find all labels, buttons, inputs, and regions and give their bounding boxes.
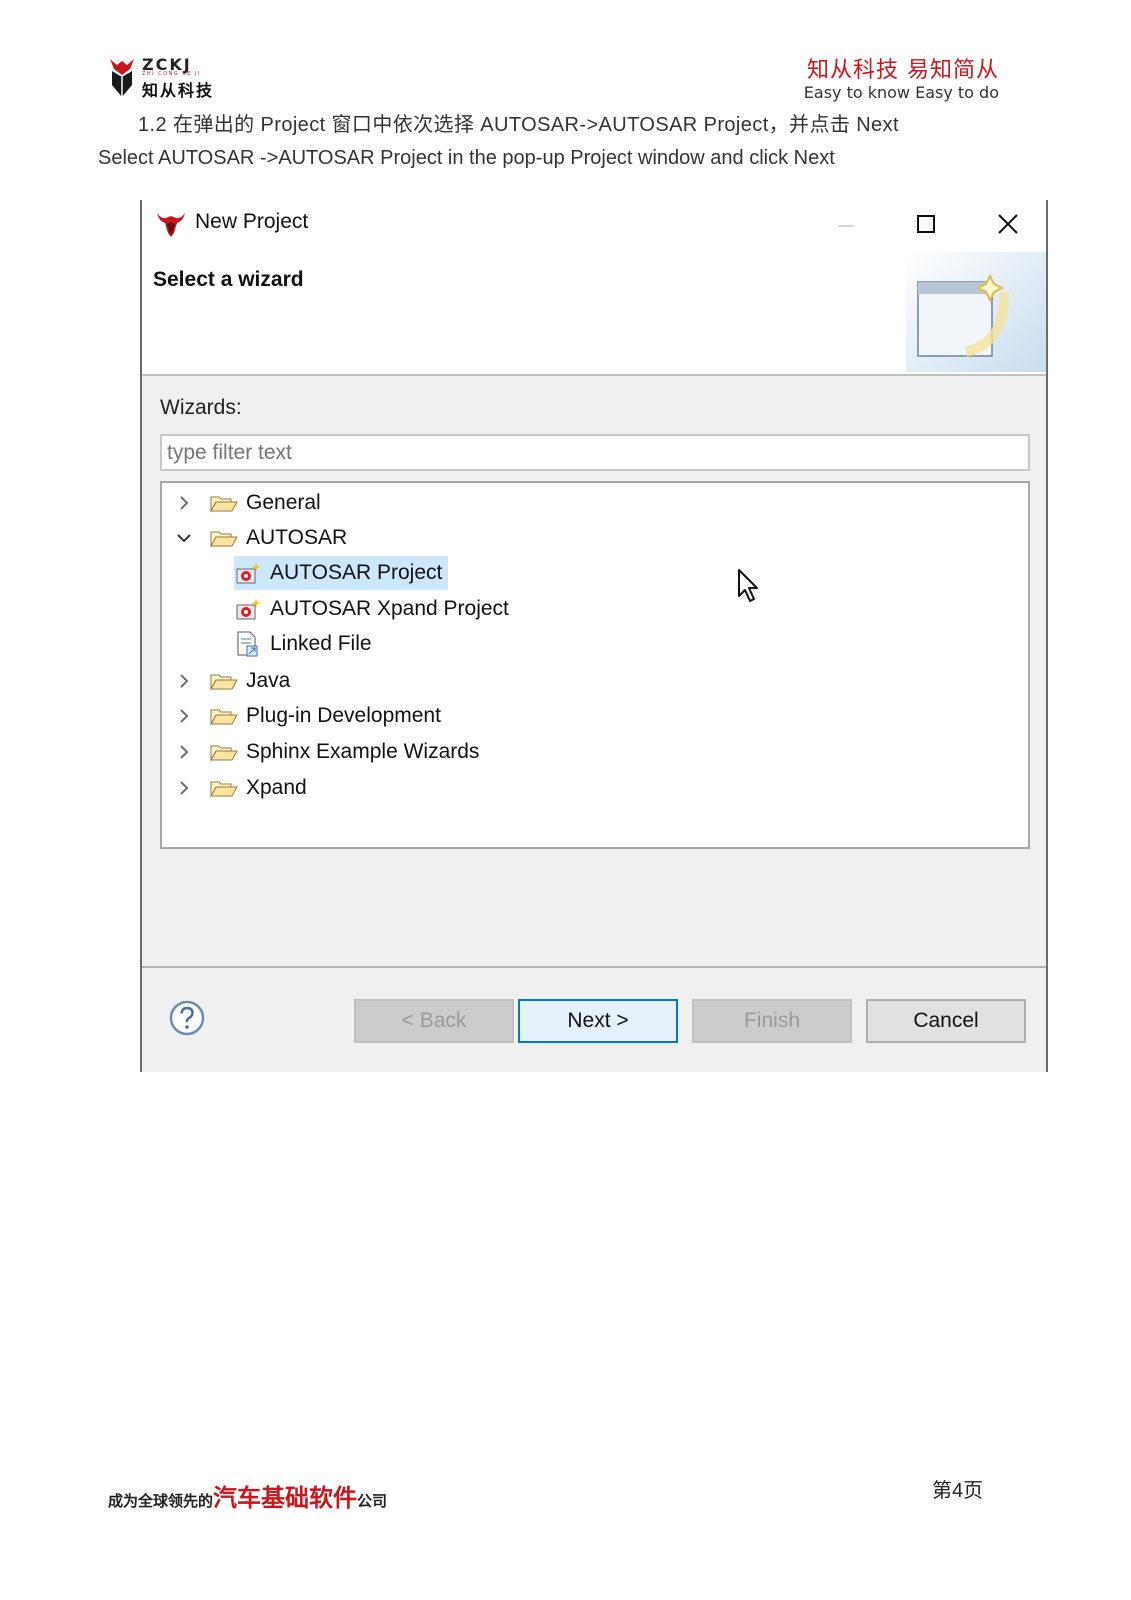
close-button[interactable] — [990, 206, 1026, 242]
brand-slogan-cn: 知从科技 易知简从 — [807, 58, 999, 83]
chevron-right-icon[interactable] — [174, 778, 194, 798]
help-icon — [169, 1000, 205, 1036]
new-wizard-banner-icon — [906, 252, 1046, 372]
folder-icon — [210, 670, 238, 692]
mission-suffix: 公司 — [357, 1492, 388, 1510]
logo-chinese-name: 知从科技 — [142, 81, 215, 100]
wizard-tree[interactable]: General AUTOSAR AUTOSAR Project AUTOSAR … — [160, 481, 1030, 849]
maximize-icon — [917, 215, 935, 233]
maximize-button[interactable] — [908, 206, 944, 242]
new-project-dialog: New Project Select a wizard Wizards: typ… — [140, 200, 1048, 1072]
folder-icon — [210, 705, 238, 727]
tree-node-label: AUTOSAR Project — [270, 561, 443, 584]
tree-node-autosar-project[interactable]: AUTOSAR Project — [234, 556, 449, 590]
tree-node-label: Plug-in Development — [246, 704, 441, 727]
tree-node-label: Sphinx Example Wizards — [246, 740, 480, 763]
mission-prefix: 成为全球领先的 — [108, 1492, 214, 1510]
tree-node-autosar-xpand-project[interactable]: AUTOSAR Xpand Project — [234, 592, 509, 626]
chevron-right-icon[interactable] — [174, 671, 194, 691]
chevron-down-icon[interactable] — [174, 528, 194, 548]
app-bull-icon — [157, 213, 185, 237]
minimize-icon — [838, 225, 854, 227]
wizard-banner: Select a wizard — [142, 248, 1046, 376]
minimize-button[interactable] — [828, 206, 864, 242]
cancel-button[interactable]: Cancel — [866, 999, 1026, 1043]
help-button[interactable] — [169, 1000, 205, 1036]
finish-button[interactable]: Finish — [692, 999, 852, 1043]
brand-slogan: 知从科技 易知简从 Easy to know Easy to do — [804, 58, 999, 102]
mouse-pointer-icon — [738, 569, 758, 602]
close-icon — [998, 214, 1018, 234]
tree-node-java[interactable]: Java — [174, 664, 290, 698]
brand-slogan-en: Easy to know Easy to do — [803, 83, 999, 102]
autosar-project-icon — [234, 562, 262, 584]
dialog-title: New Project — [195, 210, 309, 233]
dialog-titlebar[interactable]: New Project — [142, 200, 1046, 248]
tree-node-label: General — [246, 491, 321, 514]
banner-title: Select a wizard — [153, 268, 304, 291]
company-mission: 成为全球领先的汽车基础软件公司 — [108, 1478, 387, 1513]
wizard-filter-input[interactable] — [160, 434, 1030, 471]
footer-divider — [142, 966, 1046, 968]
chevron-right-icon[interactable] — [174, 742, 194, 762]
instruction-cn: 1.2 在弹出的 Project 窗口中依次选择 AUTOSAR->AUTOSA… — [138, 114, 899, 136]
folder-icon — [210, 777, 238, 799]
tree-node-label: AUTOSAR — [246, 526, 348, 549]
folder-icon — [210, 492, 238, 514]
tree-node-label: AUTOSAR Xpand Project — [270, 597, 509, 620]
tree-node-label: Xpand — [246, 776, 307, 799]
tree-node-xpand[interactable]: Xpand — [174, 771, 307, 805]
tree-node-sphinx-example-wizards[interactable]: Sphinx Example Wizards — [174, 735, 479, 769]
page-number: 第4页 — [932, 1480, 984, 1502]
tree-node-linked-file[interactable]: Linked File — [234, 627, 372, 661]
folder-open-icon — [210, 527, 238, 549]
chevron-right-icon[interactable] — [174, 706, 194, 726]
bull-logo-icon — [110, 59, 134, 97]
tree-node-autosar[interactable]: AUTOSAR — [174, 521, 347, 555]
linked-file-icon — [234, 631, 262, 657]
tree-node-general[interactable]: General — [174, 486, 321, 520]
mission-highlight: 汽车基础软件 — [213, 1484, 358, 1512]
wizards-label: Wizards: — [160, 396, 242, 419]
back-button[interactable]: < Back — [354, 999, 514, 1043]
autosar-project-icon — [234, 598, 262, 620]
folder-icon — [210, 741, 238, 763]
tree-node-label: Java — [246, 669, 291, 692]
tree-node-plugin-development[interactable]: Plug-in Development — [174, 699, 441, 733]
next-button[interactable]: Next > — [518, 999, 678, 1043]
instruction-en: Select AUTOSAR ->AUTOSAR Project in the … — [98, 147, 835, 169]
tree-node-label: Linked File — [270, 632, 372, 655]
chevron-right-icon[interactable] — [174, 493, 194, 513]
company-logo: ZCKJ ZHI CONG KE JI 知从科技 — [108, 55, 248, 101]
